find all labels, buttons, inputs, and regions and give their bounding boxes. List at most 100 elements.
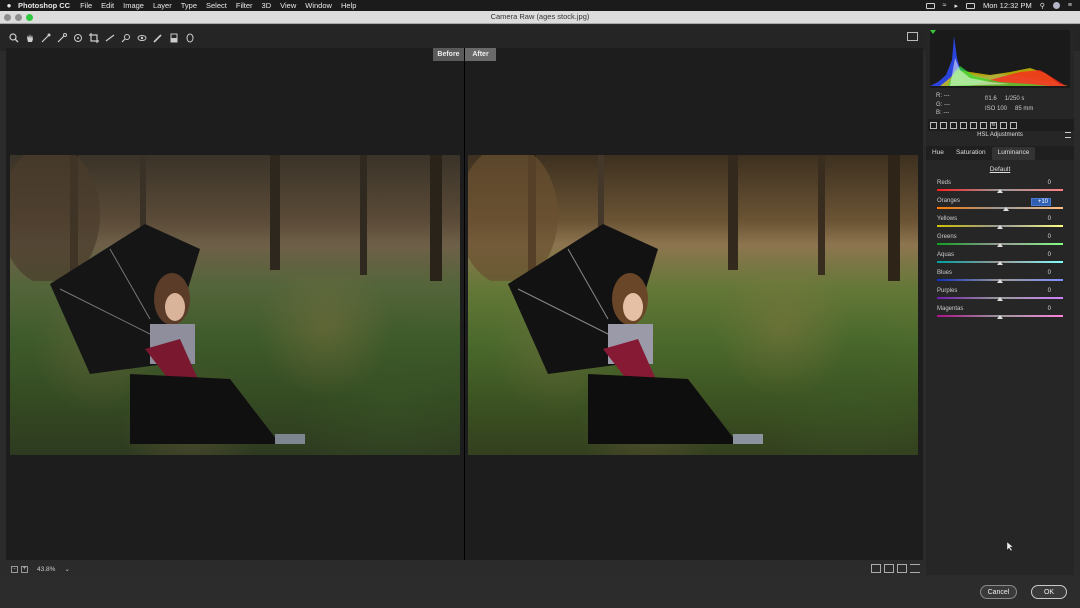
straighten-icon[interactable]	[104, 32, 116, 44]
white-balance-icon[interactable]	[40, 32, 52, 44]
slider-value-input[interactable]: 0	[1031, 270, 1051, 276]
slider-thumb[interactable]	[1003, 207, 1010, 211]
menu-3d[interactable]: 3D	[262, 1, 272, 10]
zoom-out-icon[interactable]: -	[11, 565, 18, 573]
aperture: f/1.6	[985, 96, 997, 102]
volume-icon[interactable]: ▸	[954, 2, 958, 10]
hand-tool-icon[interactable]	[24, 32, 36, 44]
hsl-icon[interactable]	[960, 121, 967, 129]
lens-corrections-icon[interactable]	[980, 121, 987, 129]
menu-window[interactable]: Window	[305, 1, 332, 10]
menu-file[interactable]: File	[80, 1, 92, 10]
color-sampler-icon[interactable]	[56, 32, 68, 44]
menu-edit[interactable]: Edit	[101, 1, 114, 10]
copy-settings-icon[interactable]	[897, 564, 907, 573]
open-preferences-icon[interactable]	[907, 32, 918, 41]
menubar: ● Photoshop CC File Edit Image Layer Typ…	[0, 0, 1080, 11]
toggle-settings-icon[interactable]	[910, 564, 920, 573]
app-menu[interactable]: Photoshop CC	[18, 1, 70, 10]
menu-view[interactable]: View	[280, 1, 296, 10]
slider-track[interactable]	[937, 207, 1063, 209]
menu-image[interactable]: Image	[123, 1, 144, 10]
camera-calibration-icon[interactable]	[1000, 121, 1007, 129]
slider-greens[interactable]: Greens 0	[937, 234, 1065, 252]
slider-value-input[interactable]: 0	[1031, 180, 1051, 186]
split-toning-icon[interactable]	[970, 121, 977, 129]
slider-yellows[interactable]: Yellows 0	[937, 216, 1065, 234]
chevron-down-icon[interactable]: ⌄	[64, 565, 69, 573]
slider-blues[interactable]: Blues 0	[937, 270, 1065, 288]
slider-purples[interactable]: Purples 0	[937, 288, 1065, 306]
panel-menu-icon[interactable]	[1065, 132, 1071, 138]
cancel-button[interactable]: Cancel	[980, 585, 1017, 599]
b-value: ---	[943, 110, 950, 116]
slider-value-input[interactable]: +10	[1031, 198, 1051, 206]
spot-removal-icon[interactable]	[120, 32, 132, 44]
battery-icon[interactable]	[965, 2, 975, 9]
slider-thumb[interactable]	[997, 225, 1003, 229]
slider-thumb[interactable]	[997, 261, 1003, 265]
tone-curve-icon[interactable]	[940, 121, 947, 129]
after-image[interactable]	[468, 155, 918, 455]
slider-value-input[interactable]: 0	[1031, 252, 1051, 258]
apple-icon[interactable]: ●	[0, 1, 18, 10]
radial-filter-icon[interactable]	[184, 32, 196, 44]
menu-layer[interactable]: Layer	[153, 1, 172, 10]
slider-label: Oranges	[937, 198, 961, 204]
tab-saturation[interactable]: Saturation	[950, 147, 992, 160]
panel-title: HSL Adjustments	[977, 132, 1023, 138]
search-icon[interactable]: ⚲	[1040, 2, 1045, 10]
slider-thumb[interactable]	[997, 279, 1003, 283]
slider-aquas[interactable]: Aquas 0	[937, 252, 1065, 270]
screen-icon[interactable]	[925, 2, 935, 9]
zoom-level[interactable]: 43.8%	[37, 566, 55, 573]
clock[interactable]: Mon 12:32 PM	[983, 1, 1032, 10]
slider-label: Reds	[937, 180, 952, 186]
red-eye-icon[interactable]	[136, 32, 148, 44]
menu-type[interactable]: Type	[181, 1, 197, 10]
ok-button[interactable]: OK	[1031, 585, 1067, 599]
slider-label: Yellows	[937, 216, 958, 222]
basic-panel-icon[interactable]	[930, 121, 937, 129]
swap-settings-icon[interactable]	[884, 564, 894, 573]
slider-label: Purples	[937, 288, 958, 294]
slider-thumb[interactable]	[997, 315, 1003, 319]
menu-select[interactable]: Select	[206, 1, 227, 10]
hsl-tabs: Hue Saturation Luminance	[926, 146, 1074, 160]
histogram	[930, 30, 1070, 88]
default-link[interactable]: Default	[926, 166, 1074, 173]
presets-icon[interactable]	[1010, 121, 1017, 129]
slider-thumb[interactable]	[997, 243, 1003, 247]
notifications-icon[interactable]: ≡	[1068, 2, 1072, 9]
target-adjust-icon[interactable]	[72, 32, 84, 44]
g-value: ---	[944, 101, 951, 108]
slider-oranges[interactable]: Oranges +10	[937, 198, 1065, 216]
wifi-icon[interactable]: ≈	[943, 2, 947, 9]
adjustment-brush-icon[interactable]	[152, 32, 164, 44]
before-after-view-icon[interactable]	[871, 564, 881, 573]
before-image[interactable]	[10, 155, 460, 455]
slider-thumb[interactable]	[997, 297, 1003, 301]
slider-value-input[interactable]: 0	[1031, 216, 1051, 222]
tab-luminance[interactable]: Luminance	[991, 147, 1036, 160]
zoom-in-icon[interactable]: +	[21, 565, 28, 573]
menu-filter[interactable]: Filter	[236, 1, 253, 10]
detail-icon[interactable]	[950, 121, 957, 129]
slider-value-input[interactable]: 0	[1031, 234, 1051, 240]
user-icon[interactable]	[1052, 2, 1060, 9]
graduated-filter-icon[interactable]	[168, 32, 180, 44]
tab-hue[interactable]: Hue	[926, 147, 950, 160]
slider-label: Blues	[937, 270, 953, 276]
slider-value-input[interactable]: 0	[1031, 306, 1051, 312]
before-after-divider	[464, 48, 465, 560]
mouse-cursor-icon	[1007, 542, 1013, 551]
slider-magentas[interactable]: Magentas 0	[937, 306, 1065, 324]
slider-label: Aquas	[937, 252, 955, 258]
slider-value-input[interactable]: 0	[1031, 288, 1051, 294]
effects-icon[interactable]: fx	[990, 121, 997, 129]
slider-reds[interactable]: Reds 0	[937, 180, 1065, 198]
menu-help[interactable]: Help	[341, 1, 356, 10]
zoom-tool-icon[interactable]	[8, 32, 20, 44]
slider-thumb[interactable]	[997, 189, 1003, 193]
crop-icon[interactable]	[88, 32, 100, 44]
